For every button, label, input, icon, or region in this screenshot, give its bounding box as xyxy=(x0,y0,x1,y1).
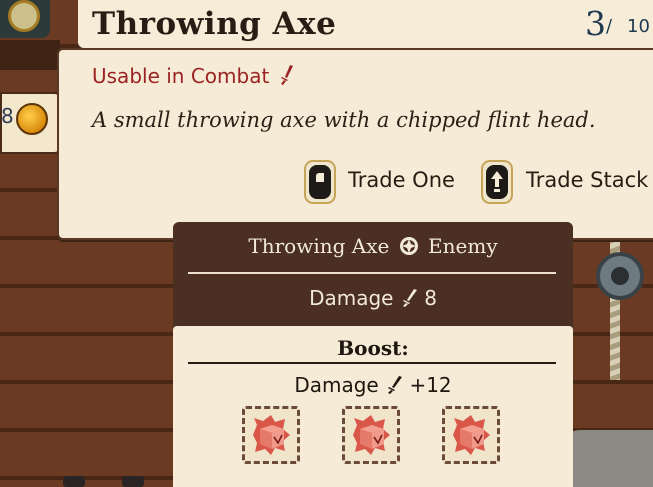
pulley-icon xyxy=(596,252,644,300)
coin-count: 8 xyxy=(1,104,14,128)
hotbar-slot xyxy=(122,476,144,487)
combat-item-name: Throwing Axe xyxy=(248,234,390,258)
boost-damage-label: Damage xyxy=(294,373,379,397)
combat-target: Enemy xyxy=(428,234,498,258)
damage-die-slot[interactable] xyxy=(442,406,500,464)
damage-die-slot[interactable] xyxy=(242,406,300,464)
damage-die-icon xyxy=(253,415,290,455)
trade-stack-button[interactable]: Trade Stack xyxy=(526,168,648,192)
target-enemy-icon xyxy=(399,236,419,261)
clock-icon xyxy=(0,0,50,38)
item-count: 3 xyxy=(585,4,606,43)
item-title: Throwing Axe xyxy=(92,6,337,42)
damage-die-icon xyxy=(353,415,390,455)
damage-value: 8 xyxy=(424,286,437,310)
stone-pile xyxy=(560,430,653,487)
damage-stat: Damage 8 xyxy=(173,286,573,310)
shelf xyxy=(0,40,60,70)
item-count-max: 10 xyxy=(627,16,650,37)
boost-title: Boost: xyxy=(337,336,409,360)
damage-die-slot[interactable] xyxy=(342,406,400,464)
coin-icon xyxy=(16,103,48,135)
damage-die-icon xyxy=(453,415,490,455)
boost-damage-stat: Damage +12 xyxy=(173,373,573,397)
sword-icon xyxy=(402,289,417,307)
left-mouse-icon xyxy=(304,160,336,204)
usable-in-combat: Usable in Combat xyxy=(92,64,294,91)
usable-label: Usable in Combat xyxy=(92,64,270,88)
combat-panel-title: Throwing Axe Enemy xyxy=(173,234,573,261)
sword-icon xyxy=(280,64,294,91)
sword-icon xyxy=(388,376,403,394)
trade-one-button[interactable]: Trade One xyxy=(348,168,455,192)
hotbar-slot xyxy=(63,476,85,487)
shift-click-icon xyxy=(481,160,513,204)
damage-label: Damage xyxy=(309,286,394,310)
divider xyxy=(188,362,556,364)
arrow-up-icon xyxy=(491,171,503,192)
item-count-separator: / xyxy=(606,16,613,37)
boost-damage-value: +12 xyxy=(409,373,452,397)
divider xyxy=(188,272,556,274)
item-description: A small throwing axe with a chipped flin… xyxy=(92,108,596,132)
